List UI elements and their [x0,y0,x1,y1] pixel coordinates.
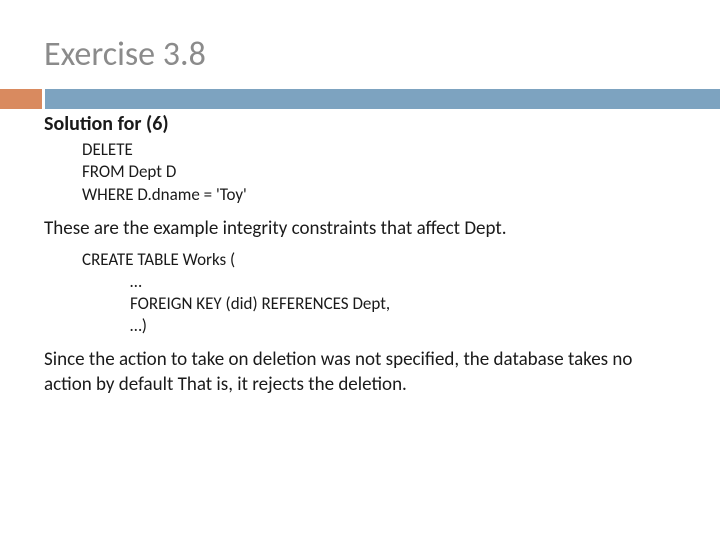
sql-delete-block: DELETE FROM Dept D WHERE D.dname = 'Toy' [82,139,676,205]
sql-create-block: CREATE TABLE Works ( … FOREIGN KEY (did)… [82,249,676,337]
slide-content: Solution for (6) DELETE FROM Dept D WHER… [0,111,720,397]
code-line: WHERE D.dname = 'Toy' [82,184,676,206]
accent-block [0,89,42,109]
title-divider [0,89,720,109]
paragraph-explanation: Since the action to take on deletion was… [44,347,676,397]
code-line: …) [130,315,676,337]
code-line: DELETE [82,139,676,161]
blue-band [45,89,720,109]
code-line: … [130,271,676,293]
code-line: FOREIGN KEY (did) REFERENCES Dept, [130,293,676,315]
solution-heading: Solution for (6) [44,111,676,137]
paragraph-constraints: These are the example integrity constrai… [44,216,676,241]
slide-title: Exercise 3.8 [0,0,720,89]
code-line: FROM Dept D [82,161,676,183]
code-line: CREATE TABLE Works ( [82,249,676,271]
